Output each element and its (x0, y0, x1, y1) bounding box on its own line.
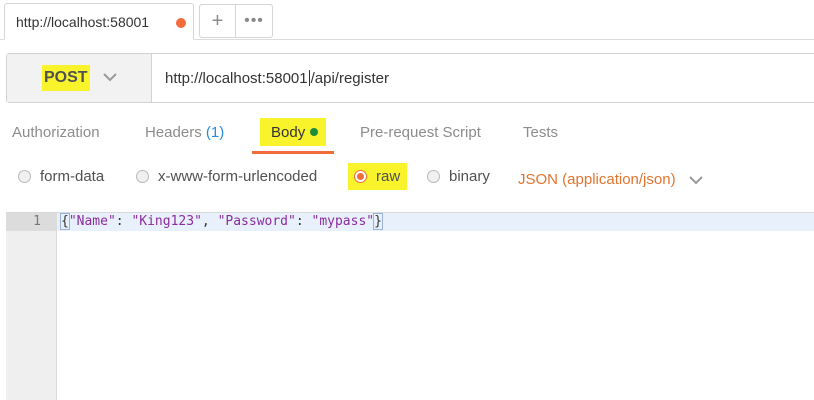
tab-headers-label: Headers (145, 124, 202, 141)
tab-headers[interactable]: Headers (1) (145, 124, 224, 141)
method-selector[interactable]: POST (7, 54, 152, 102)
radio-x-www-form-urlencoded[interactable]: x-www-form-urlencoded (136, 168, 317, 185)
editor-line[interactable]: {"Name": "King123", "Password": "mypass"… (57, 213, 814, 231)
new-tab-button[interactable]: + (199, 4, 236, 38)
url-text-after-caret: /api/register (310, 69, 389, 87)
json-open-brace: { (60, 213, 70, 230)
radio-circle-icon (18, 170, 31, 183)
line-number: 1 (6, 213, 57, 231)
request-sub-tabs: Authorization Headers (1) Body Pre-reque… (0, 112, 814, 154)
editor-gutter: 1 (6, 213, 57, 400)
radio-urlencoded-label: x-www-form-urlencoded (158, 168, 318, 185)
radio-binary-label: binary (449, 168, 490, 185)
radio-circle-icon (427, 170, 440, 183)
json-close-brace: } (373, 213, 383, 230)
text-caret (308, 70, 310, 86)
content-type-label: JSON (application/json) (518, 171, 676, 188)
body-type-selector: form-data x-www-form-urlencoded raw bina… (0, 160, 814, 198)
tab-authorization[interactable]: Authorization (12, 124, 100, 141)
radio-selected-icon (354, 170, 367, 183)
chevron-down-icon (103, 73, 117, 82)
body-has-content-dot-icon (310, 128, 319, 136)
tab-body[interactable]: Body (252, 112, 334, 154)
request-tab[interactable]: http://localhost:58001 (4, 3, 194, 40)
chevron-down-icon (688, 175, 703, 184)
url-bar: POST http://localhost:58001/api/register (6, 53, 814, 103)
json-key-password: "Password" (217, 214, 296, 229)
request-tab-title: http://localhost:58001 (16, 13, 150, 30)
more-tabs-button[interactable]: ••• (236, 4, 273, 38)
json-colon: : (295, 214, 312, 229)
content-type-dropdown[interactable]: JSON (application/json) (518, 171, 704, 188)
body-code-editor[interactable]: 1 {"Name": "King123", "Password": "mypas… (6, 212, 814, 400)
json-value-password: "mypass" (311, 214, 375, 229)
url-text-before-caret: http://localhost:58001 (165, 69, 308, 87)
tab-prerequest-script[interactable]: Pre-request Script (360, 124, 481, 141)
radio-binary[interactable]: binary (427, 168, 490, 185)
json-colon: : (115, 214, 132, 229)
radio-circle-icon (136, 170, 149, 183)
unsaved-changes-dot-icon (176, 18, 186, 28)
json-value-name: "King123" (131, 214, 202, 229)
url-input[interactable]: http://localhost:58001/api/register (152, 54, 814, 102)
json-comma: , (201, 214, 218, 229)
tab-body-label: Body (271, 123, 306, 141)
body-tab-highlight: Body (260, 118, 326, 146)
method-label: POST (42, 65, 90, 91)
radio-form-data-label: form-data (40, 168, 105, 185)
radio-raw-label: raw (376, 168, 401, 185)
radio-raw[interactable]: raw (354, 168, 400, 185)
radio-form-data[interactable]: form-data (18, 168, 104, 185)
json-key-name: "Name" (68, 214, 116, 229)
headers-count-badge: (1) (205, 124, 225, 141)
request-tab-bar: http://localhost:58001 + ••• (0, 0, 814, 40)
tab-tests[interactable]: Tests (523, 124, 558, 141)
